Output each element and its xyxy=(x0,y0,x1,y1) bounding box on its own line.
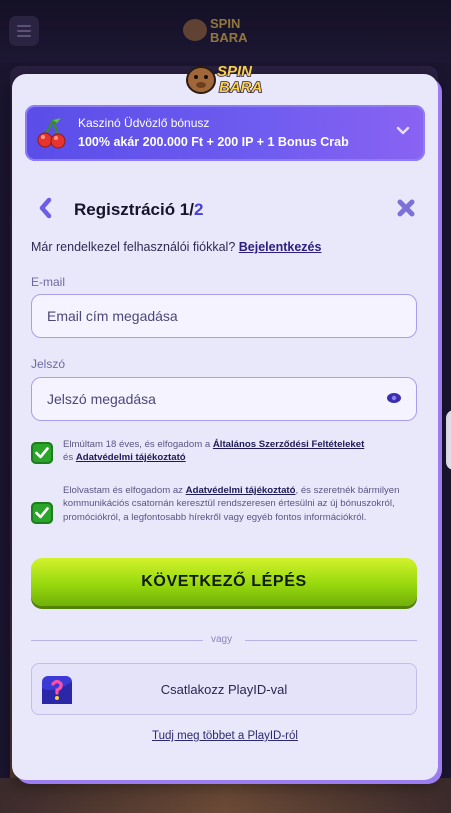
have-account-prompt: Már rendelkezel felhasználói fiókkal? Be… xyxy=(31,240,321,254)
side-tab[interactable] xyxy=(446,410,451,470)
svg-text:SPIN: SPIN xyxy=(210,16,240,31)
background-footer xyxy=(0,778,451,813)
spinbara-logo: SPIN BARA xyxy=(186,62,263,96)
privacy-link[interactable]: Adatvédelmi tájékoztató xyxy=(76,452,186,463)
consent1-text-1: Elmúltam 18 éves, és elfogadom a xyxy=(63,439,213,450)
privacy-link-2[interactable]: Adatvédelmi tájékoztató xyxy=(186,485,296,496)
divider-right xyxy=(245,640,417,641)
terms-link[interactable]: Általános Szerződési Feltételeket xyxy=(213,439,364,450)
registration-step-label: Regisztráció 1/ xyxy=(74,200,194,219)
playid-button-label: Csatlakozz PlayID-val xyxy=(160,682,288,697)
welcome-bonus-banner[interactable]: Kaszinó Üdvözlő bónusz 100% akár 200.000… xyxy=(25,105,425,161)
eye-icon[interactable] xyxy=(387,393,401,403)
site-header: SPIN BARA xyxy=(0,0,451,62)
registration-modal: SPIN BARA Kaszinó Üdvözlő bónusz 100% ak… xyxy=(12,62,438,780)
email-field[interactable] xyxy=(31,294,417,338)
marketing-consent-checkbox[interactable] xyxy=(31,502,53,524)
consent2-text-1: Elolvastam és elfogadom az xyxy=(63,485,186,496)
divider-left xyxy=(31,640,203,641)
registration-step-total: 2 xyxy=(194,200,204,219)
playid-learn-more-link[interactable]: Tudj meg többet a PlayID-ról xyxy=(12,730,438,742)
password-field[interactable] xyxy=(31,377,417,421)
close-icon[interactable] xyxy=(396,198,416,218)
bonus-description: 100% akár 200.000 Ft + 200 IP + 1 Bonus … xyxy=(78,135,349,149)
svg-text:SPIN: SPIN xyxy=(217,63,253,80)
bonus-title: Kaszinó Üdvözlő bónusz xyxy=(78,116,210,130)
email-label: E-mail xyxy=(31,275,66,289)
registration-title: Regisztráció 1/2 xyxy=(74,200,203,220)
login-link[interactable]: Bejelentkezés xyxy=(239,240,322,254)
age-terms-checkbox[interactable] xyxy=(31,442,53,464)
svg-text:BARA: BARA xyxy=(210,30,248,45)
chevron-down-icon[interactable] xyxy=(395,123,411,139)
svg-text:BARA: BARA xyxy=(219,79,262,96)
marketing-consent-text: Elolvastam és elfogadom az Adatvédelmi t… xyxy=(63,484,423,524)
checkmark-icon xyxy=(35,447,49,459)
chevron-left-icon[interactable] xyxy=(38,197,54,219)
age-terms-consent-text: Elmúltam 18 éves, és elfogadom a Általán… xyxy=(63,438,423,465)
have-account-text: Már rendelkezel felhasználói fiókkal? xyxy=(31,240,239,254)
divider-or: vagy xyxy=(211,634,233,645)
next-step-button[interactable]: KÖVETKEZŐ LÉPÉS xyxy=(31,558,417,606)
checkmark-icon xyxy=(35,507,49,519)
cherry-icon xyxy=(37,118,66,149)
menu-icon[interactable] xyxy=(9,16,39,46)
consent1-text-2: és xyxy=(63,452,76,464)
site-logo: SPIN BARA xyxy=(183,16,248,45)
playid-button[interactable]: Csatlakozz PlayID-val xyxy=(31,663,417,715)
password-label: Jelszó xyxy=(31,357,66,371)
